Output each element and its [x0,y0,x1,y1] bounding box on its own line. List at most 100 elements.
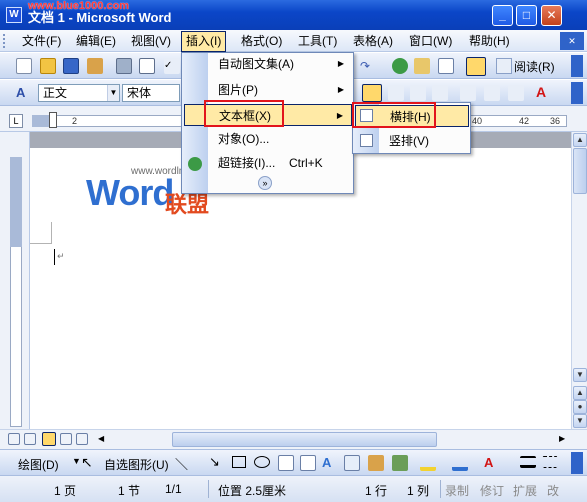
web-view-icon[interactable] [24,433,36,445]
permission-icon[interactable] [87,58,103,74]
open-folder-icon[interactable] [40,58,56,74]
menu-help[interactable]: 帮助(H) [465,33,514,50]
distributed-icon[interactable] [432,85,448,101]
hscroll-thumb[interactable] [172,432,437,447]
scroll-thumb[interactable] [573,148,587,194]
print-preview-icon[interactable] [139,58,155,74]
drawing-toggle-icon[interactable] [466,57,486,76]
bullets-icon[interactable] [508,85,524,101]
toolbar-options-icon-2[interactable] [571,82,583,104]
font-dropdown[interactable]: 宋体 [122,84,180,102]
new-document-icon[interactable] [16,58,32,74]
minimize-button[interactable]: _ [492,5,513,26]
textbox-tool-icon[interactable] [278,455,294,471]
maximize-button[interactable]: □ [516,5,537,26]
toolbar-options-icon-3[interactable] [571,452,583,474]
scroll-down-icon[interactable]: ▼ [573,368,587,382]
align-justify-icon[interactable] [362,84,382,102]
line-tool-icon[interactable]: ＼ [175,454,188,473]
align-right-icon[interactable] [410,85,426,101]
status-page: 1 页 [54,484,77,498]
scroll-right-icon[interactable]: ▶ [559,434,565,443]
diagram-icon[interactable] [344,455,360,471]
line-color-icon[interactable] [452,455,468,471]
align-center-icon[interactable] [388,85,404,101]
line-style-icon[interactable] [520,456,536,468]
style-value: 正文 [43,86,68,100]
page-corner-mark [30,222,52,244]
ruler-tick: 36 [550,116,561,126]
indent-marker-icon[interactable] [49,112,57,128]
line-spacing-icon[interactable] [460,85,476,101]
oval-tool-icon[interactable] [254,456,270,468]
expand-menu-icon[interactable]: » [258,176,272,190]
read-mode-button[interactable]: 阅读(R) [514,58,555,75]
vertical-textbox-icon[interactable] [300,455,316,471]
hyperlink-globe-icon[interactable] [392,58,408,74]
browse-object-icon[interactable]: ● [573,400,587,414]
print-layout-icon[interactable] [42,432,56,446]
wordart-icon[interactable]: A [322,455,338,471]
menu-item-picture[interactable]: 图片(P) ▶ [212,79,352,101]
outline-view-icon[interactable] [60,433,72,445]
chevron-down-icon[interactable]: ▼ [107,85,119,101]
status-ovr[interactable]: 改 [547,482,559,499]
style-dropdown[interactable]: 正文 ▼ [38,84,120,102]
font-color-icon[interactable]: A [536,84,552,100]
save-icon[interactable] [63,58,79,74]
redo-icon[interactable]: ↷ [360,58,376,74]
font-color-icon[interactable]: A [484,455,500,471]
dash-style-icon[interactable] [542,456,558,468]
normal-view-icon[interactable] [8,433,20,445]
scroll-left-icon[interactable]: ◀ [98,434,104,443]
draw-menu-button[interactable]: 绘图(D) [18,456,59,473]
scroll-up-icon[interactable]: ▲ [573,133,587,147]
menu-item-autotext[interactable]: 自动图文集(A) ▶ [212,53,352,75]
menu-insert[interactable]: 插入(I) [181,31,227,52]
print-icon[interactable] [116,58,132,74]
status-column: 1 列 [407,484,430,498]
spelling-icon[interactable]: ✓ [164,58,180,74]
title-bar: W 文档 1 - Microsoft Word www.blue1000.com… [0,0,587,30]
chevron-down-icon[interactable]: ▼ [72,456,81,466]
menu-view[interactable]: 视图(V) [127,33,175,50]
menu-table[interactable]: 表格(A) [349,33,397,50]
menubar-grip[interactable] [3,34,6,48]
clipart-icon[interactable] [368,455,384,471]
status-ext[interactable]: 扩展 [513,482,537,499]
vertical-scrollbar[interactable]: ▲ ▼ ▲ ● ▼ [571,132,587,429]
select-objects-icon[interactable]: ↖ [81,454,93,471]
arrow-tool-icon[interactable]: ↘ [209,454,220,470]
doc-close-icon[interactable]: ✕ [560,32,584,50]
menu-window[interactable]: 窗口(W) [405,33,456,50]
menu-item-object[interactable]: 对象(O)... [212,128,352,150]
vertical-ruler [0,132,30,429]
menu-item-label: 超链接(I)... [218,156,276,170]
toolbar-options-icon[interactable] [571,55,583,77]
rectangle-tool-icon[interactable] [232,456,246,468]
menu-item-hyperlink[interactable]: 超链接(I)... Ctrl+K [212,152,352,174]
status-trk[interactable]: 修订 [480,482,504,499]
next-page-icon[interactable]: ▼ [573,414,587,428]
reading-view-icon[interactable] [76,433,88,445]
fill-color-icon[interactable] [420,455,436,471]
status-rec[interactable]: 录制 [445,482,469,499]
read-mode-icon[interactable] [496,58,512,74]
ruler-tick: 42 [519,116,530,126]
tables-borders-icon[interactable] [414,58,430,74]
menu-format[interactable]: 格式(O) [237,33,286,50]
insert-table-icon[interactable] [438,58,454,74]
menu-item-label: 自动图文集(A) [218,57,294,71]
tab-selector-icon[interactable]: L [9,114,23,128]
horizontal-scrollbar[interactable]: ◀ ▶ [0,429,587,449]
autoshapes-button[interactable]: 自选图形(U) [104,456,169,473]
word-app-icon[interactable]: W [6,7,22,23]
menu-tools[interactable]: 工具(T) [294,33,341,50]
menu-edit[interactable]: 编辑(E) [72,33,120,50]
close-button[interactable]: ✕ [541,5,562,26]
prev-page-icon[interactable]: ▲ [573,386,587,400]
menu-file[interactable]: 文件(F) [18,33,65,50]
styles-pane-icon[interactable]: A [16,85,32,101]
numbering-icon[interactable] [484,85,500,101]
picture-icon[interactable] [392,455,408,471]
